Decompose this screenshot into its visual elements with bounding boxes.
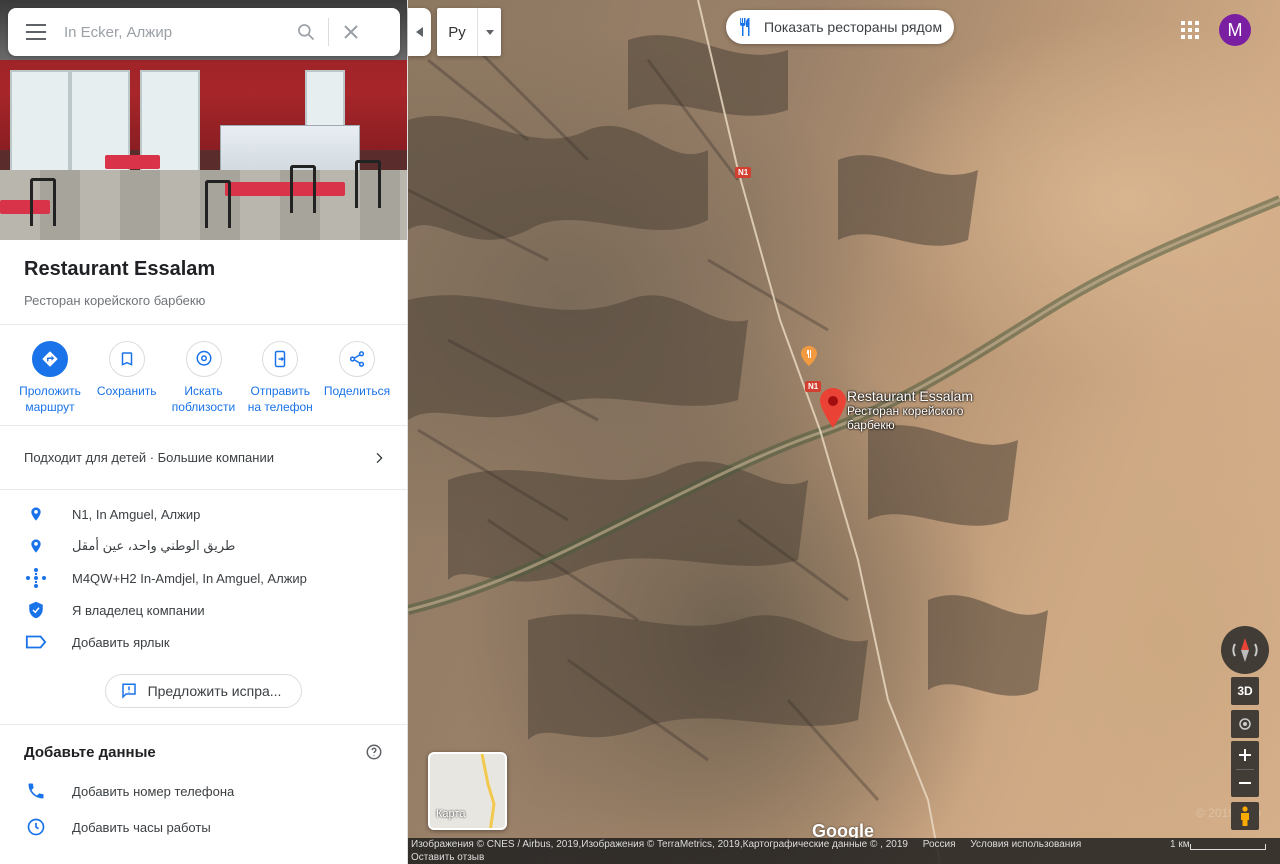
directions-icon	[42, 351, 58, 367]
suggest-edit-button[interactable]: Предложить испра...	[104, 674, 303, 708]
address-ar-text: طريق الوطني واحد، عين أمقل	[72, 538, 236, 553]
close-icon	[344, 25, 358, 39]
zoom-in-button[interactable]	[1231, 741, 1259, 769]
map-type-toggle[interactable]: Карта	[428, 752, 507, 830]
add-hours-text: Добавить часы работы	[72, 819, 211, 835]
marker-name: Restaurant Essalam	[847, 388, 974, 404]
scale-label[interactable]: 1 км	[1170, 839, 1190, 850]
search-box	[8, 8, 400, 56]
search-nearby-button[interactable]: Искать поблизости	[166, 341, 242, 415]
plus-icon	[1239, 748, 1251, 761]
search-icon	[298, 24, 315, 41]
apps-grid-icon[interactable]	[1178, 18, 1202, 42]
pegman-icon	[1241, 806, 1249, 826]
address-row[interactable]: N1, In Amguel, Алжир	[0, 498, 407, 530]
place-marker-icon[interactable]	[820, 388, 846, 433]
language-dropdown[interactable]	[477, 8, 501, 56]
search-button[interactable]	[284, 8, 328, 56]
clear-search-button[interactable]	[329, 8, 373, 56]
label-icon	[25, 635, 47, 649]
add-data-section: Добавьте данные Добавить номер телефона …	[0, 725, 407, 843]
owner-text: Я владелец компании	[72, 602, 205, 618]
search-nearby-label: Искать поблизости	[171, 384, 236, 414]
caret-left-icon	[415, 27, 423, 37]
plus-code-text: M4QW+H2 In-Amdjel, In Amguel, Алжир	[72, 570, 307, 586]
zoom-controls	[1231, 741, 1259, 797]
account-avatar[interactable]: M	[1219, 14, 1251, 46]
place-title: Restaurant Essalam	[24, 258, 216, 280]
clock-icon	[27, 818, 45, 836]
info-list: N1, In Amguel, Алжир طريق الوطني واحد، ع…	[0, 490, 407, 725]
add-label-text: Добавить ярлык	[72, 634, 170, 650]
add-label-row[interactable]: Добавить ярлык	[0, 626, 407, 658]
nearby-icon	[196, 350, 211, 366]
save-label: Сохранить	[96, 384, 157, 398]
compass-button[interactable]	[1221, 626, 1269, 674]
route-shield-n1: N1	[805, 381, 822, 392]
restaurant-icon	[740, 18, 750, 36]
directions-label: Проложить маршрут	[19, 384, 81, 414]
language-selector[interactable]: Ру	[437, 8, 501, 56]
nearby-restaurants-button[interactable]: Показать рестораны рядом	[726, 10, 955, 44]
feedback-icon	[121, 683, 136, 699]
restaurant-poi-icon[interactable]	[801, 346, 817, 371]
menu-button[interactable]	[8, 8, 64, 56]
action-bar: Проложить маршрут Сохранить Искать побли…	[0, 325, 407, 426]
my-location-button[interactable]	[1231, 710, 1259, 738]
feedback-link[interactable]: Оставить отзыв	[411, 852, 484, 863]
plus-code-icon	[26, 568, 46, 588]
add-data-title: Добавьте данные	[24, 743, 156, 761]
place-panel: Restaurant Essalam Ресторан корейского б…	[0, 0, 408, 864]
bookmark-icon	[121, 352, 132, 366]
place-category[interactable]: Ресторан корейского барбекю	[24, 293, 383, 308]
address-text: N1, In Amguel, Алжир	[72, 506, 201, 522]
help-icon[interactable]	[365, 743, 383, 761]
send-to-phone-icon	[275, 350, 286, 368]
search-input[interactable]	[64, 23, 284, 41]
marker-category: Ресторан корейского барбекю	[847, 404, 964, 432]
send-to-phone-label: Отправить на телефон	[247, 384, 313, 414]
region-link[interactable]: Россия	[923, 839, 956, 850]
owner-row[interactable]: Я владелец компании	[0, 594, 407, 626]
address-ar-row[interactable]: طريق الوطني واحد، عين أمقل	[0, 530, 407, 562]
send-to-phone-button[interactable]: Отправить на телефон	[242, 341, 318, 415]
add-phone-text: Добавить номер телефона	[72, 783, 235, 799]
location-pin-icon	[31, 507, 41, 521]
scale-bar[interactable]	[1190, 844, 1266, 850]
minus-icon	[1239, 782, 1251, 785]
share-icon	[349, 351, 365, 367]
route-shield-n1: N1	[735, 167, 752, 178]
my-location-icon	[1239, 718, 1251, 730]
location-pin-icon	[31, 539, 41, 553]
map-type-label: Карта	[436, 808, 466, 820]
tilt-3d-button[interactable]: 3D	[1231, 677, 1259, 705]
verified-shield-icon	[29, 601, 43, 619]
add-phone-row[interactable]: Добавить номер телефона	[24, 775, 383, 807]
add-hours-row[interactable]: Добавить часы работы	[24, 811, 383, 843]
terms-link[interactable]: Условия использования	[970, 839, 1081, 850]
attributes-row[interactable]: Подходит для детей · Большие компании	[0, 426, 407, 490]
caret-down-icon	[485, 29, 494, 35]
attributes-text: Подходит для детей · Большие компании	[24, 450, 274, 465]
zoom-out-button[interactable]	[1231, 770, 1259, 798]
marker-label[interactable]: Restaurant Essalam Ресторан корейского б…	[847, 388, 977, 432]
share-label: Поделиться	[323, 384, 391, 398]
share-button[interactable]: Поделиться	[319, 341, 395, 415]
directions-button[interactable]: Проложить маршрут	[12, 341, 88, 415]
street-view-pegman[interactable]	[1231, 802, 1259, 830]
language-code: Ру	[448, 23, 466, 41]
compass-icon	[1232, 638, 1258, 662]
chevron-right-icon	[376, 452, 383, 463]
map-footer: Изображения © CNES / Airbus, 2019,Изобра…	[408, 838, 1280, 864]
phone-icon	[28, 783, 44, 799]
save-button[interactable]: Сохранить	[89, 341, 165, 415]
attribution-text: Изображения © CNES / Airbus, 2019,Изобра…	[411, 839, 908, 850]
plus-code-row[interactable]: M4QW+H2 In-Amdjel, In Amguel, Алжир	[0, 562, 407, 594]
suggest-edit-label: Предложить испра...	[147, 683, 282, 699]
collapse-panel-button[interactable]	[408, 8, 431, 56]
nearby-label: Показать рестораны рядом	[764, 19, 943, 35]
hamburger-menu-icon	[26, 24, 46, 40]
